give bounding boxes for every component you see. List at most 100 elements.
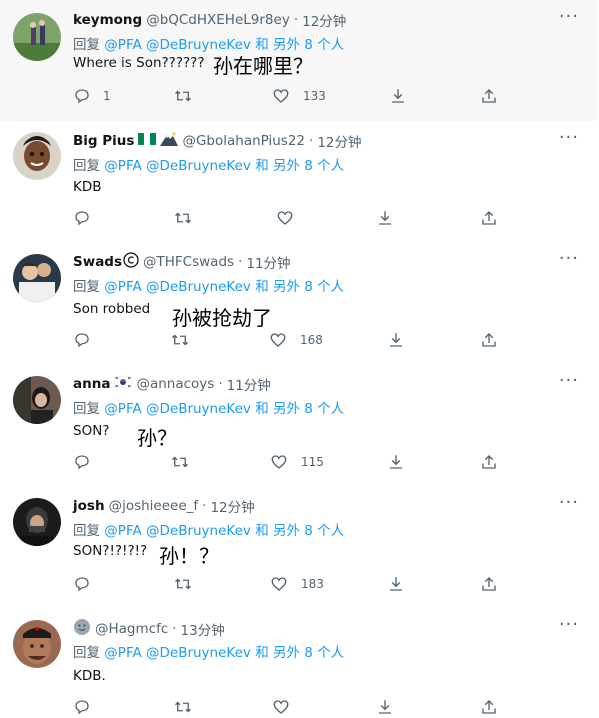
like-button[interactable]: 183	[269, 575, 324, 593]
avatar[interactable]	[13, 376, 61, 424]
more-icon[interactable]: ···	[559, 614, 579, 635]
heart-icon	[271, 455, 287, 469]
timestamp[interactable]: 12分钟	[317, 131, 361, 151]
upload-button[interactable]	[480, 575, 498, 593]
author-handle[interactable]: @joshieeee_f	[109, 498, 199, 514]
reply-button[interactable]	[73, 331, 91, 349]
reply-mentions[interactable]: @PFA @DeBruyneKev	[104, 158, 251, 174]
reply-others[interactable]: 和 另外 8 个人	[255, 158, 344, 174]
tweet-anna[interactable]: anna @annacoys · 11分钟 ··· 回复 @PFA @DeBru…	[0, 364, 597, 487]
timestamp[interactable]: 11分钟	[227, 374, 271, 394]
author-name[interactable]: josh	[73, 498, 105, 514]
tweet-big-pius[interactable]: Big Pius @GbolahanPius22 · 12分钟 ··· 回复 @…	[0, 121, 597, 243]
share-button[interactable]	[376, 698, 394, 716]
avatar[interactable]	[13, 132, 61, 180]
separator-dot: ·	[202, 498, 207, 514]
reply-button[interactable]	[73, 453, 91, 471]
author-handle[interactable]: @bQCdHXEHeL9r8ey	[146, 12, 290, 28]
more-icon[interactable]: ···	[559, 370, 579, 391]
retweet-button[interactable]	[173, 698, 193, 716]
tweet-josh[interactable]: josh @joshieeee_f · 12分钟 ··· 回复 @PFA @De…	[0, 486, 597, 609]
avatar[interactable]	[13, 13, 61, 61]
retweet-button[interactable]	[173, 575, 193, 593]
copyright-icon	[123, 252, 139, 272]
retweet-button[interactable]	[170, 453, 190, 471]
like-button[interactable]: 133	[271, 87, 326, 105]
upload-button[interactable]	[480, 453, 498, 471]
avatar[interactable]	[13, 498, 61, 546]
tweet-text: SON?	[73, 423, 110, 439]
reply-others[interactable]: 和 另外 8 个人	[255, 279, 344, 295]
reply-button[interactable]: 1	[73, 87, 111, 105]
like-button[interactable]: 115	[269, 453, 324, 471]
reply-others[interactable]: 和 另外 8 个人	[255, 401, 344, 417]
author-name[interactable]: Swads	[73, 254, 122, 270]
tweet-hagmcfc[interactable]: @Hagmcfc · 13分钟 ··· 回复 @PFA @DeBruyneKev…	[0, 608, 597, 718]
like-button[interactable]: 168	[268, 331, 323, 349]
separator-dot: ·	[293, 12, 299, 28]
share-button[interactable]	[389, 87, 407, 105]
reply-others[interactable]: 和 另外 8 个人	[255, 523, 344, 539]
upload-button[interactable]	[480, 87, 498, 105]
share-button[interactable]	[387, 331, 405, 349]
reply-others[interactable]: 和 另外 8 个人	[255, 645, 344, 661]
reply-context: 回复 @PFA @DeBruyneKev 和 另外 8 个人	[73, 641, 344, 661]
avatar[interactable]	[13, 254, 61, 302]
more-icon[interactable]: ···	[559, 248, 579, 269]
avatar[interactable]	[13, 620, 61, 668]
download-icon	[390, 333, 402, 347]
upload-button[interactable]	[480, 209, 498, 227]
download-icon	[379, 700, 391, 714]
retweet-icon	[172, 334, 188, 346]
reply-mentions[interactable]: @PFA @DeBruyneKev	[104, 645, 251, 661]
retweet-button[interactable]	[170, 331, 190, 349]
reply-icon	[75, 211, 89, 226]
nigeria-flag-icon	[138, 133, 157, 149]
timestamp[interactable]: 12分钟	[210, 496, 254, 516]
reply-button[interactable]	[73, 209, 91, 227]
mountain-icon	[160, 132, 179, 150]
reply-mentions[interactable]: @PFA @DeBruyneKev	[104, 279, 251, 295]
author-handle[interactable]: @GbolahanPius22	[182, 133, 305, 149]
reply-icon	[75, 333, 89, 348]
author-name[interactable]: anna	[73, 376, 110, 392]
author-name[interactable]: keymong	[73, 12, 142, 28]
reply-prefix: 回复	[73, 645, 100, 661]
reply-mentions[interactable]: @PFA @DeBruyneKev	[104, 523, 251, 539]
author-name[interactable]: Big Pius	[73, 133, 134, 149]
reply-prefix: 回复	[73, 401, 100, 417]
share-button[interactable]	[387, 453, 405, 471]
timestamp[interactable]: 12分钟	[302, 10, 346, 30]
translation-note: 孙？	[137, 426, 177, 450]
retweet-button[interactable]	[173, 209, 193, 227]
reply-count: 1	[103, 89, 111, 103]
author-handle[interactable]: @Hagmcfc	[95, 621, 168, 637]
tweet-swads[interactable]: Swads @THFCswads · 11分钟 ··· 回复 @PFA @DeB…	[0, 242, 597, 365]
upload-button[interactable]	[480, 698, 498, 716]
reply-icon	[75, 577, 89, 592]
share-button[interactable]	[387, 575, 405, 593]
upload-button[interactable]	[480, 331, 498, 349]
like-count: 115	[301, 455, 324, 469]
like-button[interactable]	[271, 698, 291, 716]
more-icon[interactable]: ···	[559, 127, 579, 148]
timestamp[interactable]: 11分钟	[246, 252, 290, 272]
retweet-button[interactable]	[173, 87, 205, 105]
share-icon	[482, 700, 496, 714]
reply-prefix: 回复	[73, 37, 100, 53]
separator-dot: ·	[218, 376, 223, 392]
reply-mentions[interactable]: @PFA @DeBruyneKev	[104, 401, 251, 417]
share-button[interactable]	[376, 209, 394, 227]
like-button[interactable]	[275, 209, 295, 227]
reply-button[interactable]	[73, 698, 91, 716]
tweet-keymong[interactable]: keymong @bQCdHXEHeL9r8ey · 12分钟 ··· 回复 @…	[0, 0, 597, 122]
timestamp[interactable]: 13分钟	[181, 619, 225, 639]
author-handle[interactable]: @THFCswads	[143, 254, 234, 270]
more-icon[interactable]: ···	[559, 492, 579, 513]
reply-button[interactable]	[73, 575, 91, 593]
author-handle[interactable]: @annacoys	[136, 376, 214, 392]
retweet-icon	[172, 456, 188, 468]
tweet-text: Where is Son??????	[73, 55, 205, 71]
download-icon	[390, 455, 402, 469]
more-icon[interactable]: ···	[559, 6, 579, 27]
